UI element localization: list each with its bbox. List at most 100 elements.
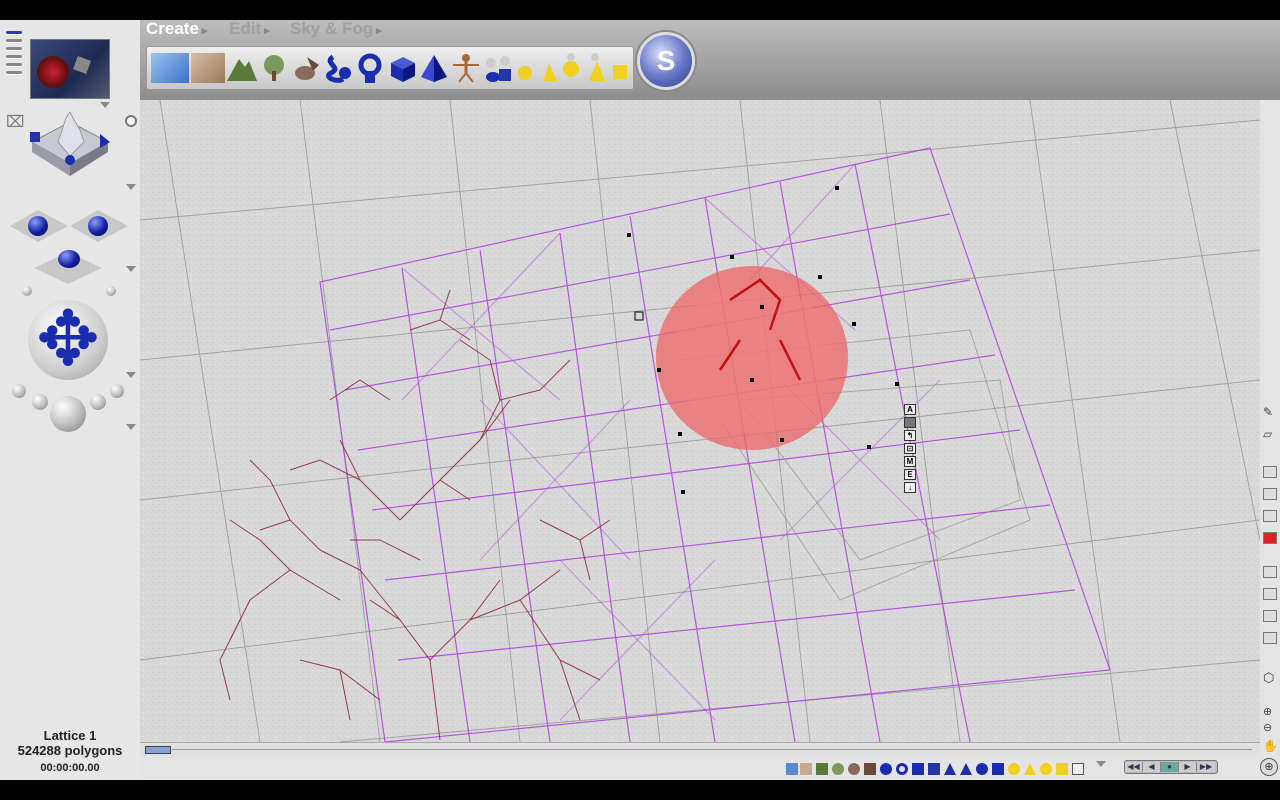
zoom-main-sphere-icon[interactable] [50, 396, 86, 432]
select-rock-icon[interactable] [848, 763, 860, 775]
view-top-icon[interactable] [1263, 488, 1277, 500]
camera-move-control[interactable]: ✥ [28, 300, 108, 380]
select-rock-plane-icon[interactable] [800, 763, 812, 775]
step-back-button[interactable]: ◀ [1143, 762, 1161, 772]
animation-timeline[interactable] [140, 742, 1260, 756]
drop-button[interactable]: ↓ [904, 482, 916, 493]
select-torus-icon[interactable] [896, 763, 908, 775]
zoom-sphere-control[interactable] [8, 384, 132, 440]
figure-icon[interactable] [451, 53, 481, 83]
select-square-icon[interactable] [992, 763, 1004, 775]
select-cone-icon[interactable] [960, 763, 972, 775]
select-cube-icon[interactable] [928, 763, 940, 775]
zoom-sphere-icon[interactable] [32, 394, 48, 410]
palette-toggle-icon[interactable] [6, 26, 22, 100]
timeline-scrubber[interactable] [145, 746, 171, 754]
torus-icon[interactable] [355, 53, 385, 83]
rewind-button[interactable]: ◀◀ [1125, 762, 1143, 772]
view-camera-icon[interactable] [1263, 466, 1277, 478]
select-symmetric-icon[interactable] [864, 763, 876, 775]
pan-z-ball-icon[interactable] [58, 250, 80, 268]
eraser-icon[interactable]: ▱ [1263, 428, 1277, 440]
zoom-sphere-icon[interactable] [90, 394, 106, 410]
camera-trackball-control[interactable] [28, 111, 112, 186]
zoom-sphere-icon[interactable] [110, 384, 124, 398]
fast-forward-button[interactable]: ▶▶ [1197, 762, 1215, 772]
material-button[interactable]: M [904, 456, 916, 467]
terrain-icon[interactable] [227, 53, 257, 83]
light-icons[interactable] [515, 53, 631, 83]
selected-object-name: Lattice 1 [43, 728, 97, 743]
zoom-sphere-icon[interactable] [12, 384, 26, 398]
select-disc-icon[interactable] [976, 763, 988, 775]
pan-hand-icon[interactable]: ✋ [1263, 740, 1278, 752]
play-button[interactable]: ● [1161, 762, 1179, 772]
small-sphere-icon [106, 286, 116, 296]
grid-globe-icon[interactable]: ⊕ [1260, 758, 1278, 776]
select-water-icon[interactable] [786, 763, 798, 775]
selection-palette [786, 759, 1092, 775]
director-camera-icon[interactable]: ⌧ [6, 114, 24, 132]
playback-controls: ◀◀ ◀ ● ▶ ▶▶ [1124, 760, 1218, 774]
cube-view-icon[interactable]: ⬡ [1263, 671, 1277, 684]
select-pyramid-icon[interactable] [944, 763, 956, 775]
pan-y-ball-icon[interactable] [88, 216, 108, 236]
scene-viewport[interactable]: A ↰ ⊡ M E ↓ [140, 100, 1260, 742]
menu-create[interactable]: Create ▸ [146, 20, 207, 40]
disc-icon[interactable] [483, 53, 513, 83]
select-sphere-icon[interactable] [880, 763, 892, 775]
hide-button[interactable] [904, 417, 916, 428]
water-plane-icon[interactable] [151, 53, 189, 83]
four-way-arrow-icon: ✥ [36, 297, 100, 382]
create-palette [146, 46, 634, 90]
polygon-count: 524288 polygons [17, 743, 123, 758]
zoom-out-icon[interactable]: ⊖ [1263, 722, 1277, 734]
poser-logo-button[interactable]: S [637, 32, 695, 90]
move-options-triangle[interactable] [126, 372, 136, 378]
display-shaded-icon[interactable] [1263, 610, 1277, 622]
link-button[interactable]: ↰ [904, 430, 916, 441]
zoom-in-icon[interactable]: ⊕ [1263, 706, 1277, 718]
pan-x-ball-icon[interactable] [28, 216, 48, 236]
select-camera-icon[interactable] [1072, 763, 1084, 775]
menu-edit-label: Edit [229, 20, 262, 38]
render-mode-icon[interactable] [1263, 532, 1277, 544]
select-spotlight-icon[interactable] [1024, 763, 1036, 775]
small-sphere-icon [22, 286, 32, 296]
select-radial-light-icon[interactable] [1040, 763, 1052, 775]
camera-terrain-icon [30, 111, 110, 176]
rock-icon[interactable] [291, 53, 321, 83]
trackball-pan-control[interactable] [10, 198, 130, 298]
select-light-icon[interactable] [1008, 763, 1020, 775]
selection-options-triangle[interactable] [1096, 761, 1106, 767]
select-square-light-icon[interactable] [1056, 763, 1068, 775]
camera-options-triangle[interactable] [126, 184, 136, 190]
target-button[interactable]: ⊡ [904, 443, 916, 454]
zoom-options-triangle[interactable] [126, 424, 136, 430]
select-cylinder-icon[interactable] [912, 763, 924, 775]
bryce-app-window: ⌧ ✥ Lattice 1 524288 polygons 00:00:00.0… [0, 20, 1280, 780]
plant-icon[interactable] [259, 53, 289, 83]
attributes-button[interactable]: A [904, 404, 916, 415]
display-wire-icon[interactable] [1263, 566, 1277, 578]
display-options-icon[interactable] [1263, 632, 1277, 644]
preview-cube-icon [73, 56, 91, 74]
spiral-icon[interactable] [323, 53, 353, 83]
time-readout: 00:00:00.00 [40, 762, 100, 774]
edit-button[interactable]: E [904, 469, 916, 480]
nano-preview-thumbnail[interactable] [30, 39, 110, 99]
select-plant-icon[interactable] [832, 763, 844, 775]
display-solid-icon[interactable] [1263, 588, 1277, 600]
preview-options-triangle[interactable] [100, 102, 110, 108]
pyramid-icon[interactable] [419, 53, 449, 83]
pan-options-triangle[interactable] [126, 266, 136, 272]
rock-plane-icon[interactable] [191, 53, 225, 83]
select-terrain-icon[interactable] [816, 763, 828, 775]
step-forward-button[interactable]: ▶ [1179, 762, 1197, 772]
brush-icon[interactable]: ✎ [1263, 406, 1277, 418]
menu-edit[interactable]: Edit ▸ [229, 20, 270, 40]
menu-sky-fog[interactable]: Sky & Fog ▸ [290, 20, 382, 40]
cube-icon[interactable] [387, 53, 417, 83]
view-toggle-icon[interactable] [125, 115, 137, 127]
view-side-icon[interactable] [1263, 510, 1277, 522]
